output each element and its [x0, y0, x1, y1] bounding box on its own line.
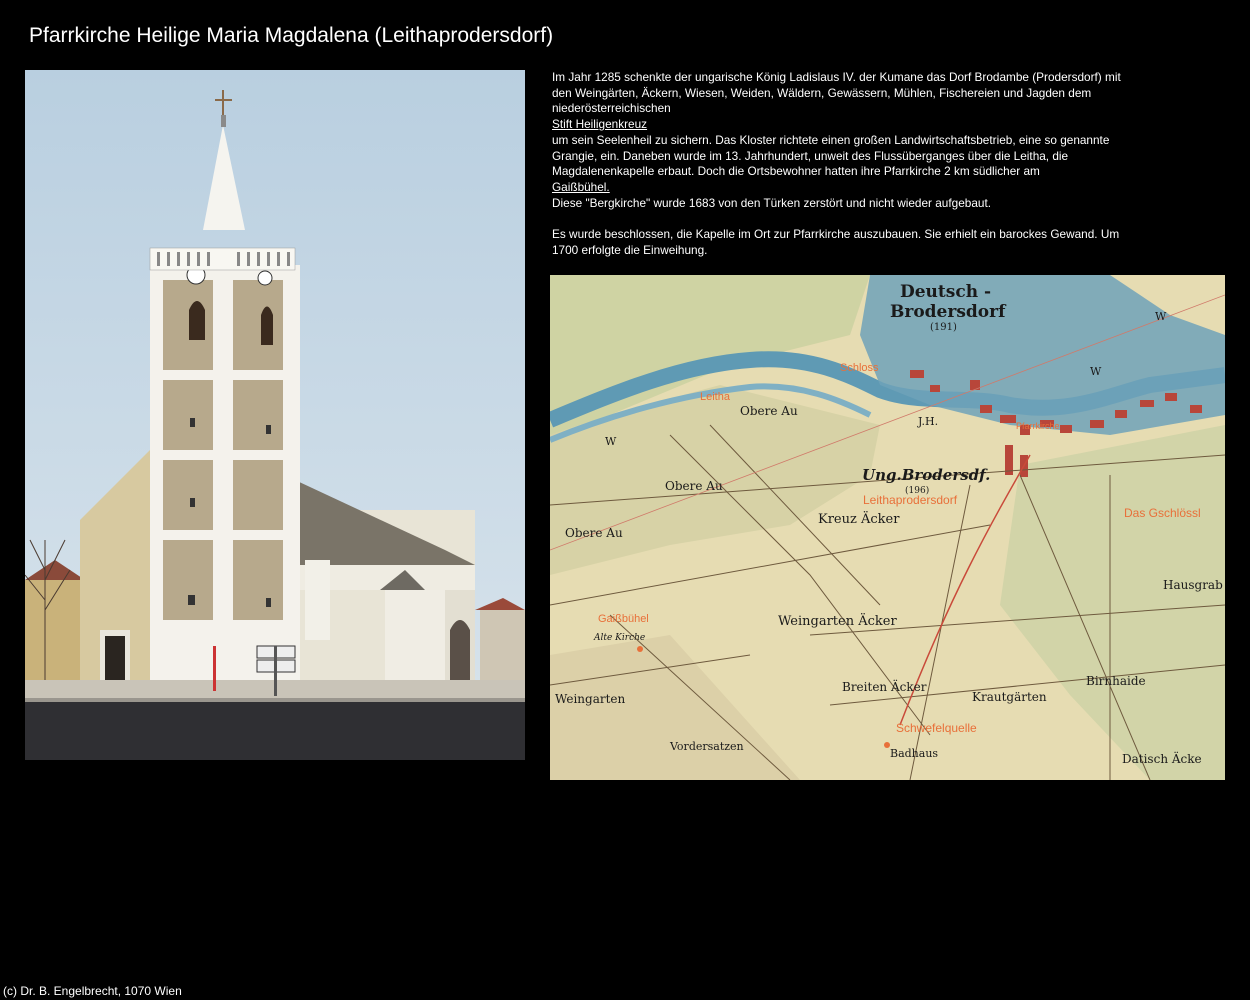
map-label-weingarten-aecker: Weingarten Äcker: [778, 612, 897, 629]
historic-map: Deutsch - Brodersdorf (191) Obere Au Obe…: [550, 275, 1225, 780]
map-label-obere-au-1: Obere Au: [740, 404, 798, 418]
paragraph-1-text-c: Diese "Bergkirche" wurde 1683 von den Tü…: [552, 195, 991, 210]
church-photo: [25, 70, 525, 760]
overlay-label-schwefelquelle: Schwefelquelle: [896, 721, 977, 735]
overlay-label-gaissbuehel: Gaißbühel: [598, 613, 649, 625]
map-label-obere-au-3: Obere Au: [565, 526, 623, 540]
map-label-jh: J.H.: [917, 415, 938, 428]
overlay-label-pfarrkirche: Pfarrkirche: [1016, 421, 1060, 431]
map-label-krautgaerten: Krautgärten: [972, 690, 1047, 704]
map-label-top-number: (191): [930, 322, 957, 333]
map-label-badhaus: Badhaus: [890, 747, 938, 760]
map-label-w-3: W: [1155, 310, 1167, 323]
gaissbuehel-link[interactable]: Gaißbühel.: [552, 180, 610, 194]
paragraph-1-text-b: um sein Seelenheil zu sichern. Das Klost…: [552, 132, 1110, 179]
map-label-w-1: W: [605, 435, 617, 448]
paragraph-1: Im Jahr 1285 schenkte der ungarische Kön…: [552, 70, 1137, 211]
map-label-breiten-aecker: Breiten Äcker: [842, 678, 927, 694]
map-label-alte-kirche: Alte Kirche: [593, 633, 645, 643]
map-label-ung-brodersdf: Ung.Brodersdf.: [862, 466, 990, 484]
copyright-footer: (c) Dr. B. Engelbrecht, 1070 Wien: [3, 984, 182, 998]
map-label-weingarten: Weingarten: [555, 692, 626, 706]
map-label-brodersdorf: Brodersdorf: [890, 302, 1007, 322]
overlay-label-gschloessl: Das Gschlössl: [1124, 506, 1201, 520]
overlay-label-leithaprodersdorf: Leithaprodersdorf: [863, 493, 958, 507]
page-title: Pfarrkirche Heilige Maria Magdalena (Lei…: [29, 24, 554, 47]
history-text: Im Jahr 1285 schenkte der ungarische Kön…: [552, 70, 1137, 259]
map-label-kreuz-aecker: Kreuz Äcker: [818, 510, 900, 527]
map-label-datisch: Datisch Äcke: [1122, 750, 1202, 766]
map-label-deutsch: Deutsch -: [900, 282, 991, 302]
overlay-label-schloss: Schloss: [840, 362, 879, 374]
stift-heiligenkreuz-link[interactable]: Stift Heiligenkreuz: [552, 117, 647, 131]
overlay-label-leitha: Leitha: [700, 391, 731, 403]
map-label-vordersatzen: Vordersatzen: [669, 740, 744, 753]
paragraph-1-text-a: Im Jahr 1285 schenkte der ungarische Kön…: [552, 70, 1121, 116]
paragraph-2: Es wurde beschlossen, die Kapelle im Ort…: [552, 227, 1120, 258]
map-label-birnhaide: Birnhaide: [1086, 674, 1146, 688]
map-label-hausgrab: Hausgrab: [1163, 578, 1223, 592]
map-label-obere-au-2: Obere Au: [665, 479, 723, 493]
map-label-w-2: W: [1090, 365, 1102, 378]
